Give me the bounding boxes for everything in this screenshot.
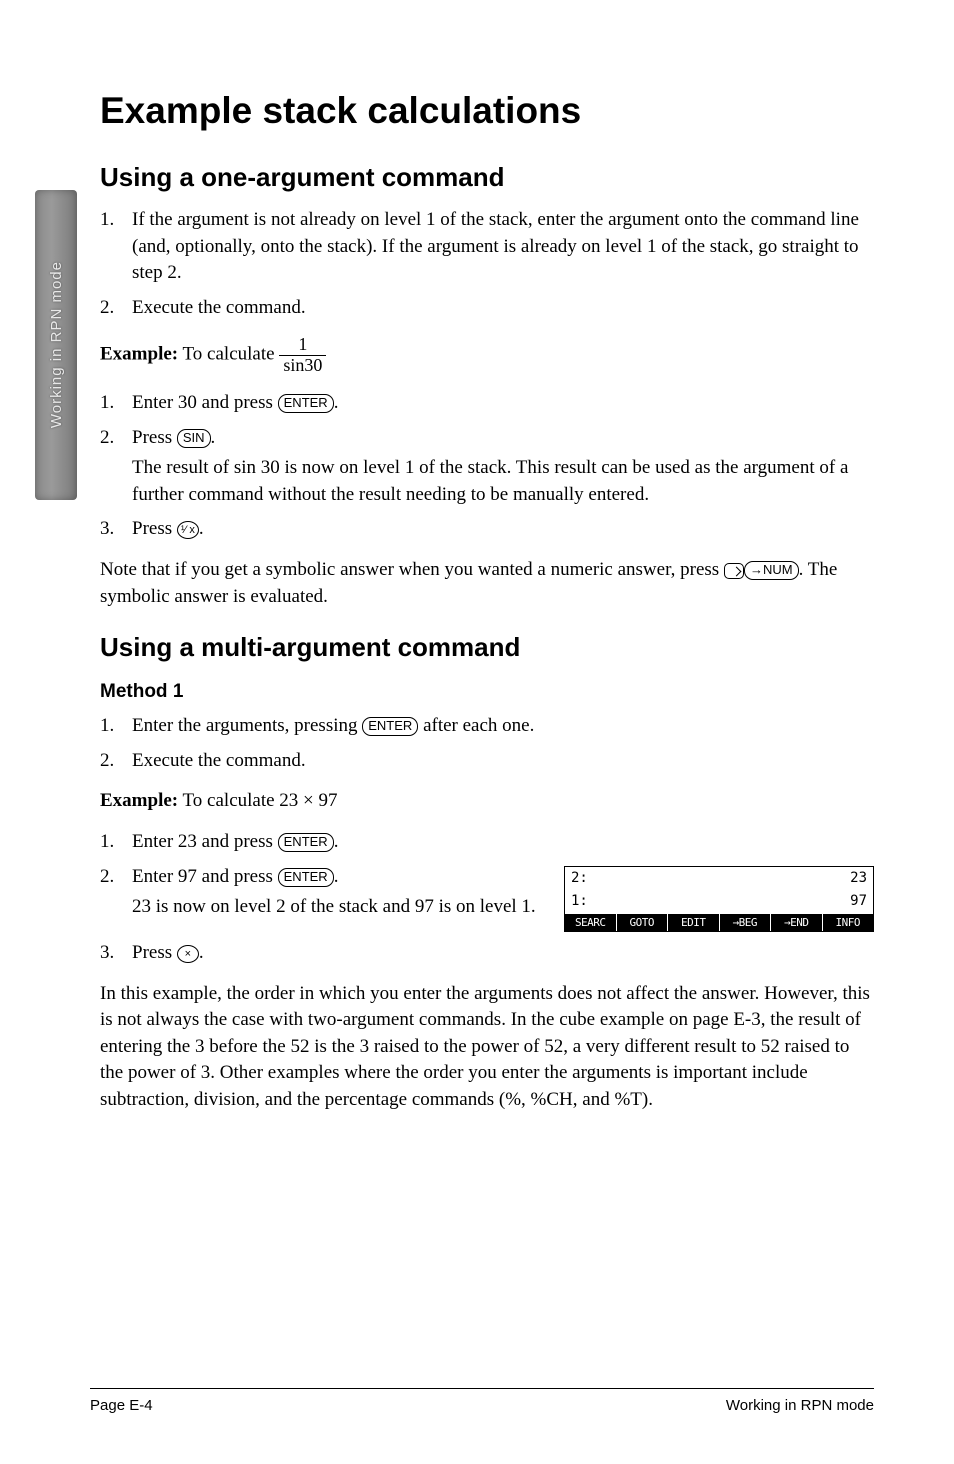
step-text-b: . (211, 427, 216, 448)
step: 2. Enter 97 and press ENTER. 23 is now o… (100, 864, 874, 933)
step-text-a: Enter 30 and press (132, 392, 278, 413)
step-text-b: . (334, 392, 339, 413)
side-tab: Working in RPN mode (35, 190, 77, 500)
multi-arg-steps: 1. Enter the arguments, pressing ENTER a… (100, 713, 874, 774)
example-steps: 1. Enter 30 and press ENTER. 2. Press SI… (100, 390, 874, 543)
step-subtext: The result of sin 30 is now on level 1 o… (132, 455, 874, 508)
one-arg-steps: 1. If the argument is not already on lev… (100, 207, 874, 321)
example-steps-2: 1. Enter 23 and press ENTER. 2. Enter 97… (100, 829, 874, 967)
section-heading-multi-arg: Using a multi-argument command (100, 632, 874, 663)
step-text-b: after each one. (418, 715, 534, 736)
footer-page-number: Page E-4 (90, 1397, 153, 1414)
fraction-denominator: sin30 (279, 356, 326, 376)
softkey: GOTO (617, 914, 669, 931)
step-number: 2. (100, 864, 114, 891)
step: 3. Press ×. (100, 940, 874, 967)
calculator-screenshot: 2: 23 1: 97 SEARC GOTO EDIT →BEG →END IN… (564, 866, 874, 933)
enter-key: ENTER (278, 868, 334, 887)
main-content: Example stack calculations Using a one-a… (100, 90, 874, 1114)
multiply-key: × (177, 945, 199, 963)
step-text: Execute the command. (132, 297, 306, 318)
stack-level-label: 2: (571, 869, 588, 889)
example-text: To calculate (178, 344, 279, 365)
num-key: →NUM (744, 561, 799, 580)
step: 3. Press ¹⁄ x. (100, 516, 874, 543)
softkey: →END (771, 914, 823, 931)
step-text: Execute the command. (132, 750, 306, 771)
fraction-numerator: 1 (279, 335, 326, 356)
fraction: 1 sin30 (279, 335, 326, 376)
step-text-a: Press (132, 518, 177, 539)
softkey: →BEG (720, 914, 772, 931)
step: 1. Enter 30 and press ENTER. (100, 390, 874, 417)
step-subtext: 23 is now on level 2 of the stack and 97… (132, 894, 546, 921)
note-paragraph: Note that if you get a symbolic answer w… (100, 557, 874, 610)
method-heading: Method 1 (100, 681, 874, 703)
closing-paragraph: In this example, the order in which you … (100, 981, 874, 1114)
example-intro: Example: To calculate 1 sin30 (100, 335, 874, 376)
step-text-a: Press (132, 942, 177, 963)
step: 2. Execute the command. (100, 295, 874, 322)
example-label: Example: (100, 344, 178, 365)
stack-value: 23 (850, 869, 867, 889)
step-number: 3. (100, 940, 114, 967)
stack-row: 1: 97 (565, 890, 873, 914)
step-text-a: Press (132, 427, 177, 448)
example-text: To calculate 23 × 97 (178, 790, 337, 811)
step: 2. Press SIN. The result of sin 30 is no… (100, 425, 874, 509)
softkey: INFO (823, 914, 874, 931)
step-number: 3. (100, 516, 114, 543)
stack-value: 97 (850, 892, 867, 912)
example-intro-2: Example: To calculate 23 × 97 (100, 788, 874, 815)
stack-row: 2: 23 (565, 867, 873, 891)
side-tab-label: Working in RPN mode (48, 261, 65, 428)
step-number: 1. (100, 829, 114, 856)
step-text-a: Enter the arguments, pressing (132, 715, 362, 736)
step: 1. If the argument is not already on lev… (100, 207, 874, 287)
enter-key: ENTER (362, 717, 418, 736)
step-number: 2. (100, 295, 114, 322)
stack-level-label: 1: (571, 892, 588, 912)
step-number: 1. (100, 713, 114, 740)
step-number: 1. (100, 207, 114, 234)
step: 1. Enter 23 and press ENTER. (100, 829, 874, 856)
footer-section-title: Working in RPN mode (726, 1397, 874, 1414)
step-text: If the argument is not already on level … (132, 209, 859, 283)
step-number: 2. (100, 425, 114, 452)
page-title: Example stack calculations (100, 90, 874, 132)
section-heading-one-arg: Using a one-argument command (100, 162, 874, 193)
step-text-b: . (199, 518, 204, 539)
page-footer: Page E-4 Working in RPN mode (90, 1388, 874, 1414)
reciprocal-key: ¹⁄ x (177, 521, 199, 539)
step-text-b: . (334, 831, 339, 852)
softkey-menu: SEARC GOTO EDIT →BEG →END INFO (565, 914, 873, 931)
step-text-a: Enter 23 and press (132, 831, 278, 852)
enter-key: ENTER (278, 833, 334, 852)
example-label: Example: (100, 790, 178, 811)
step-number: 2. (100, 748, 114, 775)
step: 2. Execute the command. (100, 748, 874, 775)
softkey: EDIT (668, 914, 720, 931)
step-text-a: Enter 97 and press (132, 866, 278, 887)
sin-key: SIN (177, 429, 211, 448)
step-number: 1. (100, 390, 114, 417)
step-text-b: . (334, 866, 339, 887)
softkey: SEARC (565, 914, 617, 931)
step-text-b: . (199, 942, 204, 963)
note-text-a: Note that if you get a symbolic answer w… (100, 559, 724, 580)
step: 1. Enter the arguments, pressing ENTER a… (100, 713, 874, 740)
enter-key: ENTER (278, 394, 334, 413)
right-shift-key (724, 563, 744, 579)
